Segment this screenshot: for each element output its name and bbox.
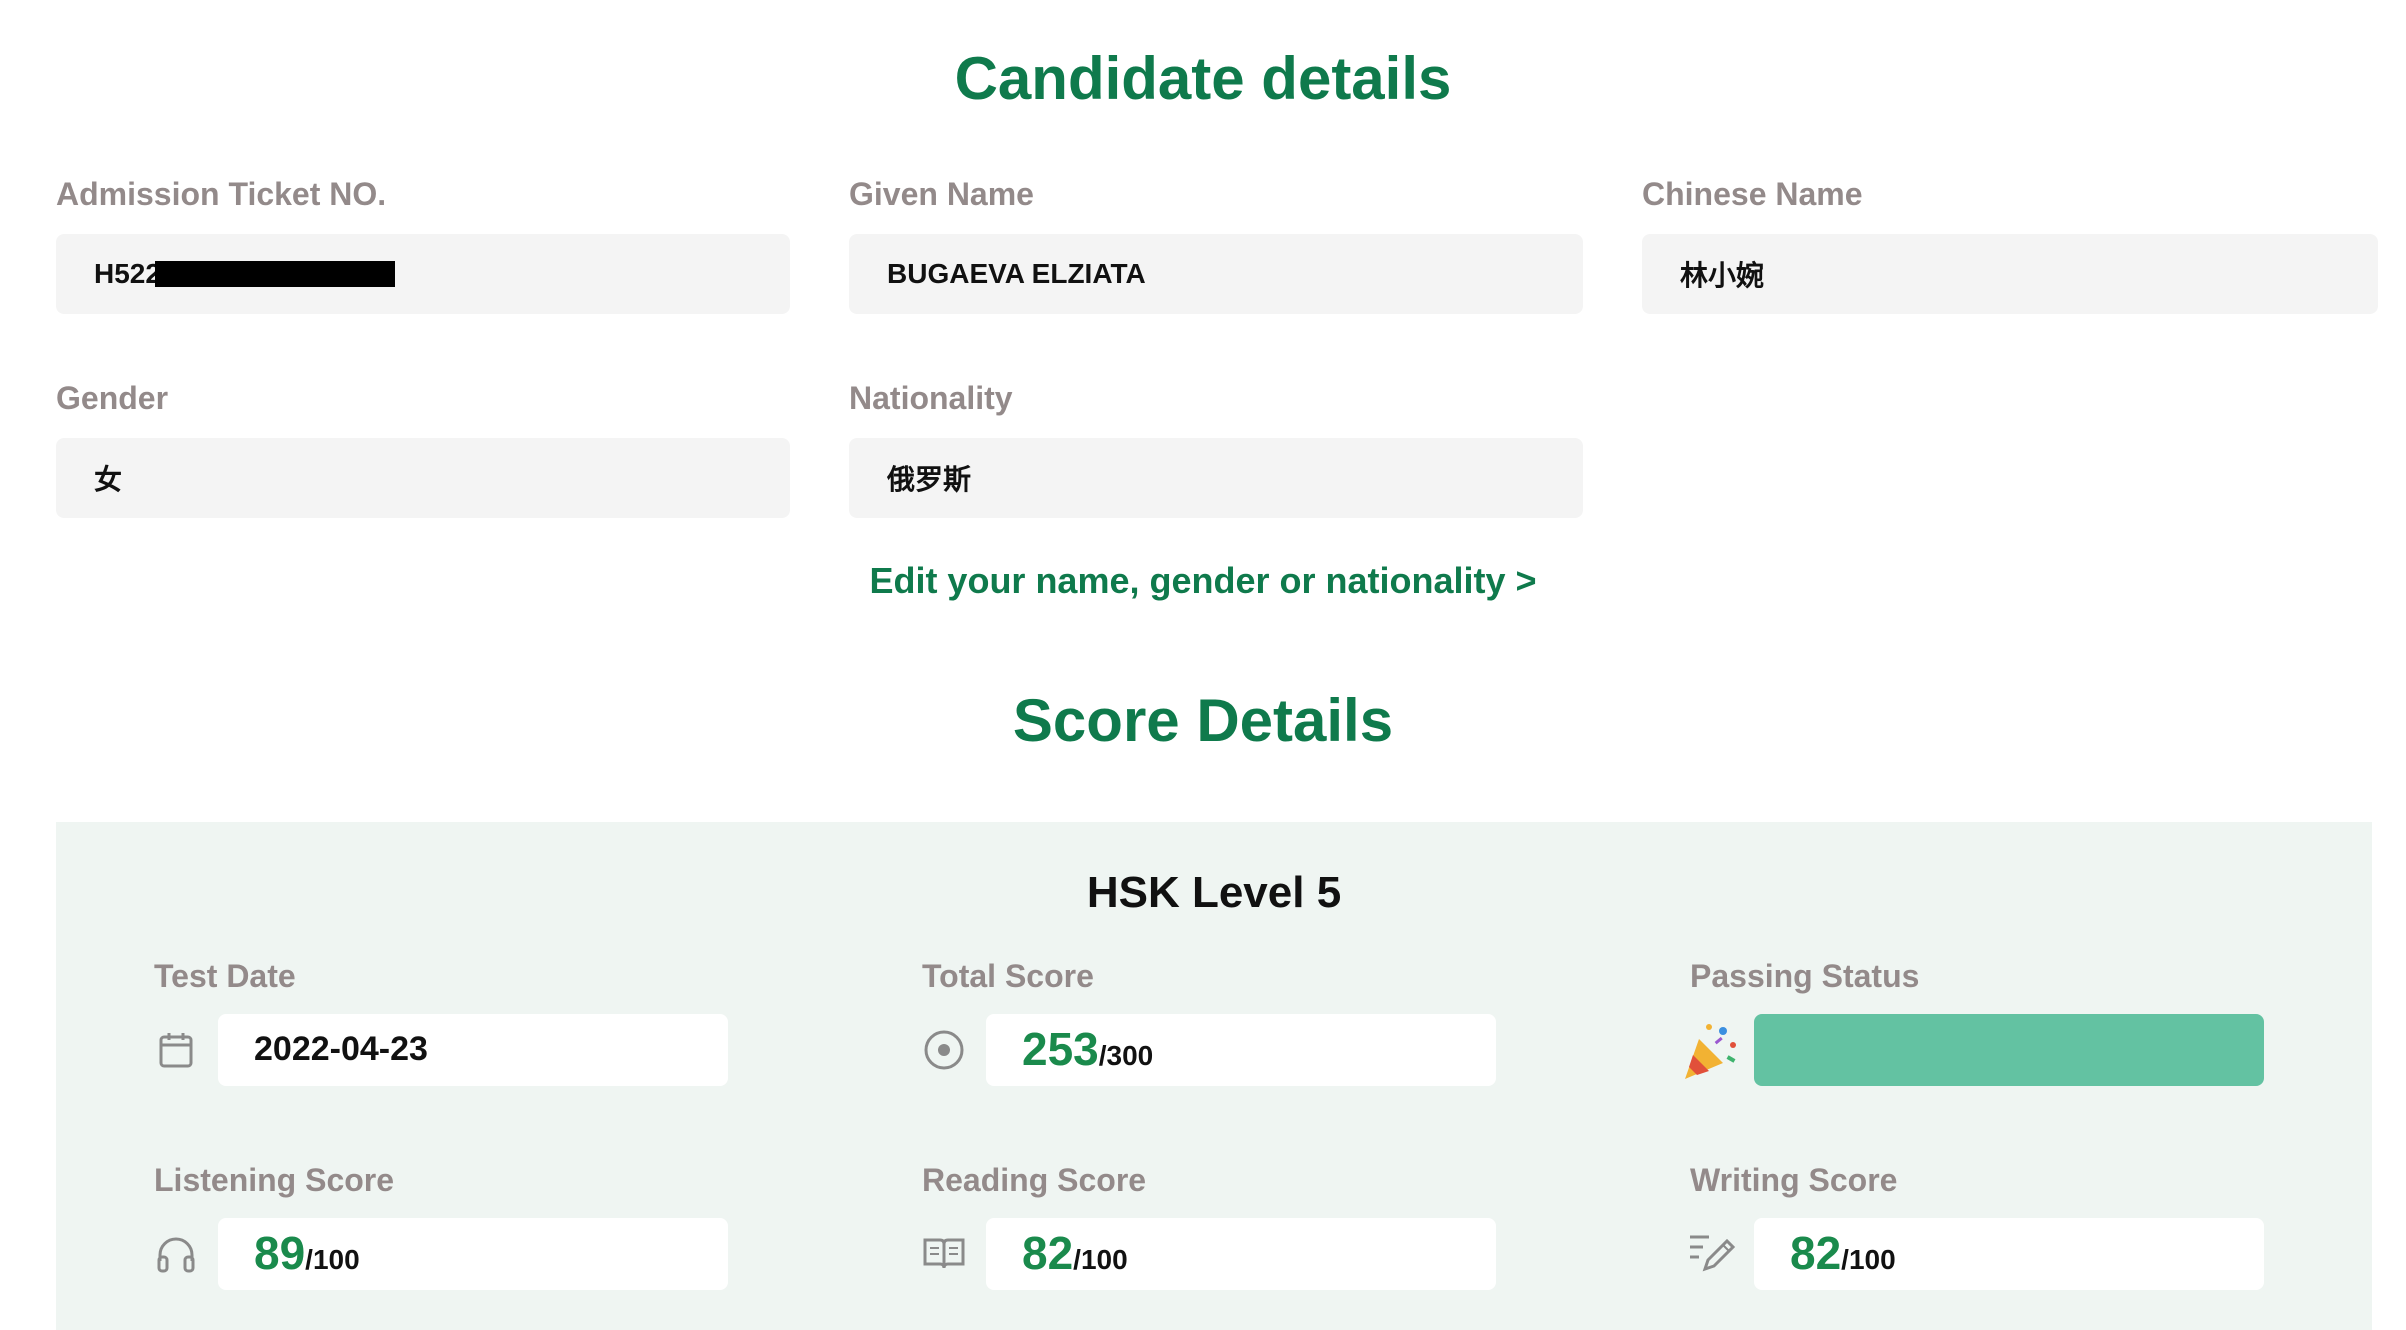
listening-score-max: /100 xyxy=(305,1244,360,1275)
total-score-label: Total Score xyxy=(922,958,1094,994)
listening-score-label: Listening Score xyxy=(154,1162,395,1198)
calendar-icon xyxy=(154,1028,198,1072)
listening-score-value: 89 xyxy=(254,1227,306,1279)
passing-status-label: Passing Status xyxy=(1690,958,1920,994)
redaction-bar xyxy=(154,261,395,287)
test-date-field: 2022-04-23 xyxy=(218,1014,728,1086)
chinese-name-value: 林小婉 xyxy=(1680,260,1765,291)
total-score-field: 253/300 xyxy=(986,1014,1496,1086)
writing-score-label: Writing Score xyxy=(1690,1162,1898,1198)
admission-ticket-value: H522 xyxy=(94,258,161,289)
target-icon xyxy=(922,1028,966,1072)
reading-score-max: /100 xyxy=(1073,1244,1128,1275)
writing-score-value: 82 xyxy=(1790,1227,1842,1279)
score-details-title: Score Details xyxy=(1012,687,1394,754)
admission-ticket-label: Admission Ticket NO. xyxy=(56,176,387,212)
book-icon xyxy=(922,1232,966,1276)
writing-score-field: 82/100 xyxy=(1754,1218,2264,1290)
total-score-value: 253 xyxy=(1022,1023,1099,1075)
chinese-name-field: 林小婉 xyxy=(1642,234,2378,314)
hsk-level-title: HSK Level 5 xyxy=(1086,868,1342,917)
total-score-max: /300 xyxy=(1098,1040,1154,1071)
pen-icon xyxy=(1686,1228,1738,1276)
edit-profile-link[interactable]: Edit your name, gender or nationality > xyxy=(0,560,2406,602)
gender-label: Gender xyxy=(56,380,169,416)
reading-score-value: 82 xyxy=(1022,1227,1074,1279)
test-date-value: 2022-04-23 xyxy=(254,1030,428,1068)
candidate-details-title: Candidate details xyxy=(954,45,1452,112)
admission-ticket-field: H522 xyxy=(56,234,790,314)
candidate-page: Candidate details Admission Ticket NO. H… xyxy=(0,0,2406,1330)
given-name-value: BUGAEVA ELZIATA xyxy=(887,258,1146,289)
score-panel: HSK Level 5 Test Date 2022-04-23 Total S… xyxy=(56,822,2372,1330)
listening-score-field: 89/100 xyxy=(218,1218,728,1290)
nationality-label: Nationality xyxy=(849,380,1013,416)
gender-value: 女 xyxy=(94,464,123,495)
test-date-label: Test Date xyxy=(154,958,296,994)
given-name-label: Given Name xyxy=(849,176,1034,212)
gender-field: 女 xyxy=(56,438,790,518)
given-name-field: BUGAEVA ELZIATA xyxy=(849,234,1583,314)
writing-score-max: /100 xyxy=(1841,1244,1896,1275)
headphones-icon xyxy=(154,1232,198,1276)
reading-score-field: 82/100 xyxy=(986,1218,1496,1290)
reading-score-label: Reading Score xyxy=(922,1162,1147,1198)
passing-status-bar xyxy=(1754,1014,2264,1086)
party-popper-icon xyxy=(1678,1020,1742,1084)
nationality-value: 俄罗斯 xyxy=(887,464,972,495)
nationality-field: 俄罗斯 xyxy=(849,438,1583,518)
chinese-name-label: Chinese Name xyxy=(1642,176,1863,212)
